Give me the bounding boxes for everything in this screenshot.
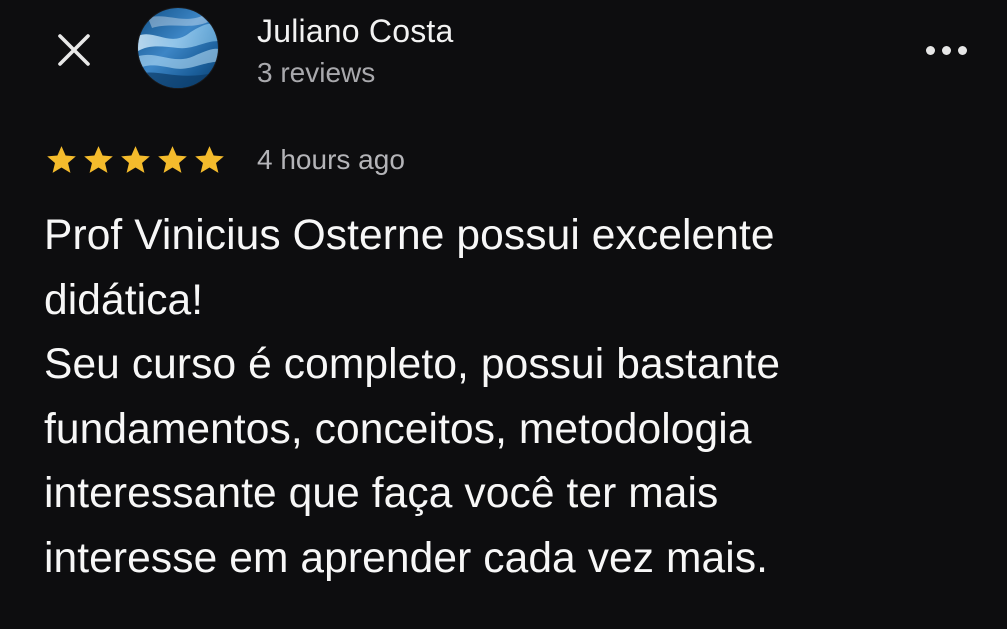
review-detail-view: Juliano Costa 3 reviews 4 hours ago Prof… [0,0,1007,629]
review-text-line: didática! [44,276,204,324]
review-text-line: interessante que faça você ter mais [44,470,719,518]
star-icon [158,146,187,173]
more-horizontal-icon [925,45,935,55]
review-text-line: Prof Vinicius Osterne possui excelente [44,212,775,259]
close-icon [58,34,90,66]
review-text-line: Seu curso é completo, possui bastante [44,341,781,389]
close-button[interactable] [52,28,96,72]
review-timestamp: 4 hours ago [257,144,405,175]
star-icon [84,146,113,173]
rating-row: 4 hours ago [44,140,405,180]
review-text-line: interesse em aprender cada vez mais. [44,534,769,582]
star-icon [121,146,150,173]
star-icon [195,146,224,173]
review-body: Prof Vinicius Osterne possui excelente d… [44,204,984,592]
avatar-image [138,8,218,88]
reviewer-review-count: 3 reviews [257,57,376,88]
star-rating [44,143,227,177]
review-text-line: fundamentos, conceitos, metodologia [44,405,752,453]
more-horizontal-icon [957,45,967,55]
avatar[interactable] [138,8,218,88]
reviewer-name[interactable]: Juliano Costa [257,11,454,51]
star-icon [47,146,76,173]
more-horizontal-icon [941,45,951,55]
more-options-button[interactable] [916,30,976,70]
